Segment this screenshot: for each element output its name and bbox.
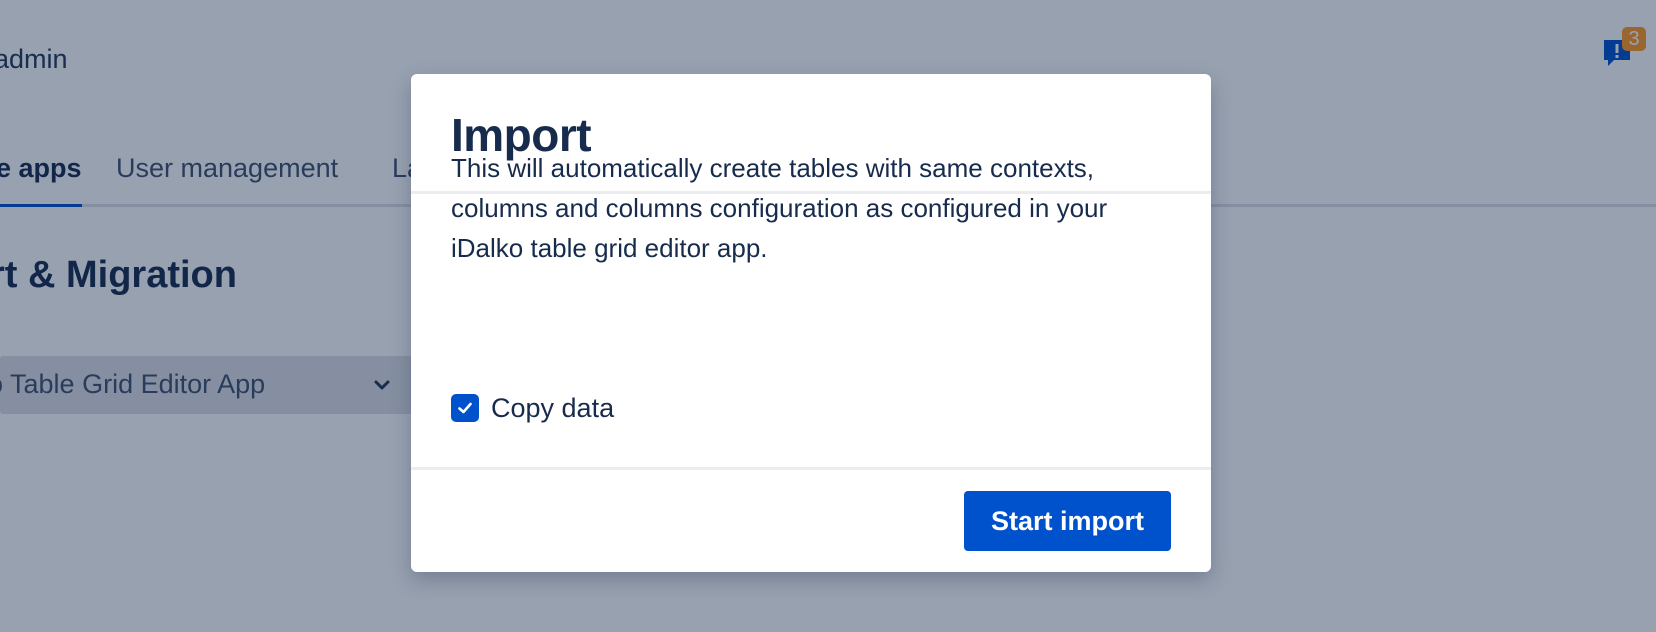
copy-data-label[interactable]: Copy data xyxy=(491,393,614,424)
copy-data-checkbox-row[interactable]: Copy data xyxy=(451,392,614,424)
import-dialog: Import This will automatically create ta… xyxy=(411,74,1211,572)
footer-divider xyxy=(411,467,1211,470)
dialog-body: This will automatically create tables wi… xyxy=(451,153,1171,268)
dialog-description: This will automatically create tables wi… xyxy=(451,153,1108,263)
check-icon xyxy=(458,402,472,414)
start-import-button[interactable]: Start import xyxy=(964,491,1171,551)
copy-data-checkbox[interactable] xyxy=(451,394,479,422)
